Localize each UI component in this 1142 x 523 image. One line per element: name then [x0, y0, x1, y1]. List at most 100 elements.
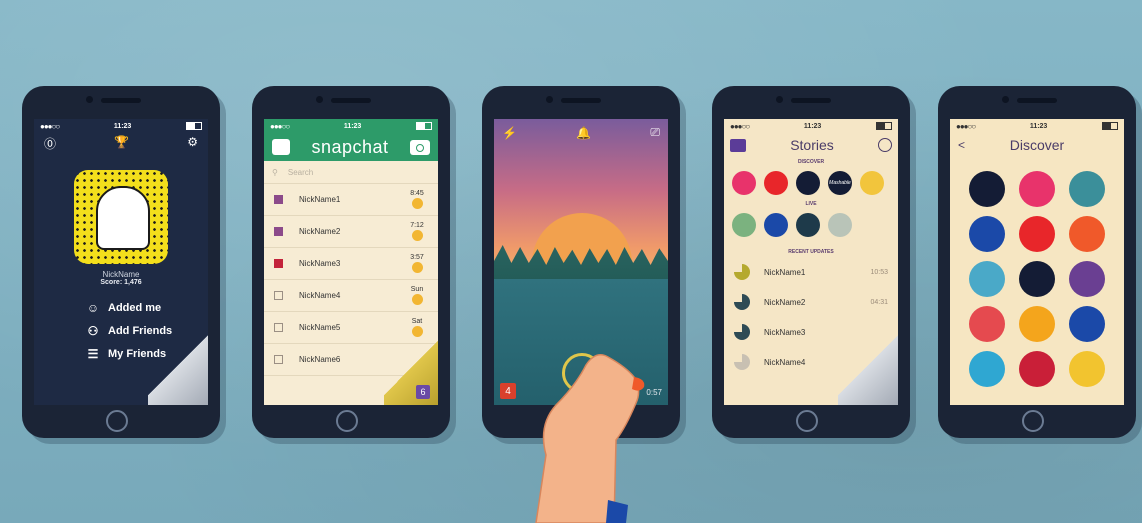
discover-channel[interactable]	[1069, 216, 1105, 252]
added-me-item[interactable]: ☺ Added me	[86, 296, 208, 319]
story-timer-icon	[734, 264, 750, 280]
home-button[interactable]	[106, 410, 128, 432]
emoji-icon	[411, 198, 423, 209]
camera-lens	[776, 96, 783, 103]
status-bar: ●●●○○ 11:23	[34, 119, 208, 133]
bell-icon[interactable]: 🔔	[576, 126, 591, 140]
battery-icon	[185, 122, 202, 130]
discover-channel[interactable]	[1019, 216, 1055, 252]
chat-row[interactable]: NickName1 8:45	[264, 184, 438, 216]
camera-icon[interactable]	[410, 139, 430, 155]
discover-channel[interactable]	[969, 261, 1005, 297]
chat-time: Sat	[411, 318, 423, 325]
chats-screen: ●●●○○ 11:23 snapchat ⚲ Search NickName1 8…	[264, 119, 438, 405]
chat-icon[interactable]	[272, 139, 290, 155]
discover-channel[interactable]	[764, 171, 788, 195]
chat-name: NickName3	[299, 259, 341, 268]
chat-name: NickName2	[299, 227, 341, 236]
page-curl	[148, 325, 208, 405]
chat-status-icon	[274, 323, 283, 332]
discover-screen: ●●●○○ 11:23 Discover <	[950, 119, 1124, 405]
signal-icon: ●●●○○	[270, 121, 290, 131]
battery-icon	[1101, 122, 1118, 130]
gear-icon[interactable]: ⚙	[187, 135, 198, 152]
stories-title: Stories	[790, 137, 834, 153]
home-button[interactable]	[336, 410, 358, 432]
status-bar: ●●●○○ 11:23	[264, 119, 438, 133]
discover-channel[interactable]	[969, 351, 1005, 387]
discover-header: Discover <	[950, 133, 1124, 157]
chat-meta: 3:57	[406, 254, 428, 273]
hand-illustration	[535, 354, 645, 523]
home-button[interactable]	[796, 410, 818, 432]
chat-name: NickName4	[299, 291, 341, 300]
snap-count-badge[interactable]: 4	[500, 383, 516, 399]
live-channel[interactable]	[764, 213, 788, 237]
story-row[interactable]: NickName2 04:31	[724, 287, 898, 317]
chat-row[interactable]: NickName2 7:12	[264, 216, 438, 248]
live-channel[interactable]	[828, 213, 852, 237]
discover-channel[interactable]	[1069, 351, 1105, 387]
camera-lens	[1002, 96, 1009, 103]
snapcode[interactable]	[74, 170, 168, 264]
chat-row[interactable]: NickName3 3:57	[264, 248, 438, 280]
story-time: 10:53	[870, 268, 888, 276]
discover-channel[interactable]	[860, 171, 884, 195]
discover-channel[interactable]	[1069, 171, 1105, 207]
camera-icon[interactable]	[730, 138, 746, 152]
flash-icon[interactable]: ⚡	[502, 126, 517, 140]
camera-switch-icon[interactable]: ⎚	[650, 125, 660, 140]
search-icon: ⚲	[272, 167, 278, 177]
chat-status-icon	[274, 195, 283, 204]
discover-channel[interactable]	[969, 171, 1005, 207]
speaker	[1017, 98, 1057, 103]
discover-channel[interactable]	[796, 171, 820, 195]
discover-channel[interactable]: Mashable	[828, 171, 852, 195]
chat-time: 7:12	[410, 222, 424, 229]
unread-badge[interactable]: 6	[416, 385, 430, 399]
discover-title: Discover	[1009, 137, 1065, 153]
emoji-icon	[411, 294, 423, 305]
trophy-icon[interactable]: 🏆	[114, 135, 129, 152]
story-row[interactable]: NickName1 10:53	[724, 257, 898, 287]
camera-lens	[316, 96, 323, 103]
globe-icon[interactable]	[877, 138, 892, 152]
help-icon[interactable]: ⓪	[44, 135, 56, 152]
status-time: 11:23	[343, 122, 362, 130]
status-bar: ●●●○○ 11:23	[950, 119, 1124, 133]
camera-toolbar: ⚡ 🔔 ⎚	[494, 119, 668, 146]
discover-channel[interactable]	[969, 216, 1005, 252]
discover-channel[interactable]	[1019, 306, 1055, 342]
chat-meta: 8:45	[406, 190, 428, 209]
chat-meta: Sun	[406, 286, 428, 305]
speaker	[561, 98, 601, 103]
signal-icon: ●●●○○	[730, 121, 750, 131]
discover-channel[interactable]	[1069, 261, 1105, 297]
chat-status-icon	[274, 259, 283, 268]
recent-label: RECENT UPDATES	[788, 249, 834, 255]
ghost-icon	[96, 186, 150, 250]
status-time: 11:23	[1029, 122, 1048, 130]
phone-discover: ●●●○○ 11:23 Discover <	[938, 86, 1136, 438]
discover-channel[interactable]	[969, 306, 1005, 342]
chat-time: 8:45	[410, 190, 424, 197]
home-button[interactable]	[1022, 410, 1044, 432]
profile-score: Score: 1,476	[100, 279, 142, 286]
status-time: 11:23	[113, 122, 132, 130]
discover-channel[interactable]	[1019, 261, 1055, 297]
live-label: LIVE	[805, 201, 817, 207]
chat-row[interactable]: NickName4 Sun	[264, 280, 438, 312]
search-bar[interactable]: ⚲ Search	[264, 161, 438, 184]
live-channel[interactable]	[732, 213, 756, 237]
live-channel[interactable]	[796, 213, 820, 237]
chat-meta: 7:12	[406, 222, 428, 241]
discover-channel[interactable]	[1019, 171, 1055, 207]
discover-channel[interactable]	[1069, 306, 1105, 342]
discover-channels: Mashable	[724, 167, 898, 199]
chat-status-icon	[274, 355, 283, 364]
page-curl	[838, 325, 898, 405]
discover-channel[interactable]	[1019, 351, 1055, 387]
speaker	[791, 98, 831, 103]
discover-channel[interactable]	[732, 171, 756, 195]
emoji-icon	[411, 262, 423, 273]
